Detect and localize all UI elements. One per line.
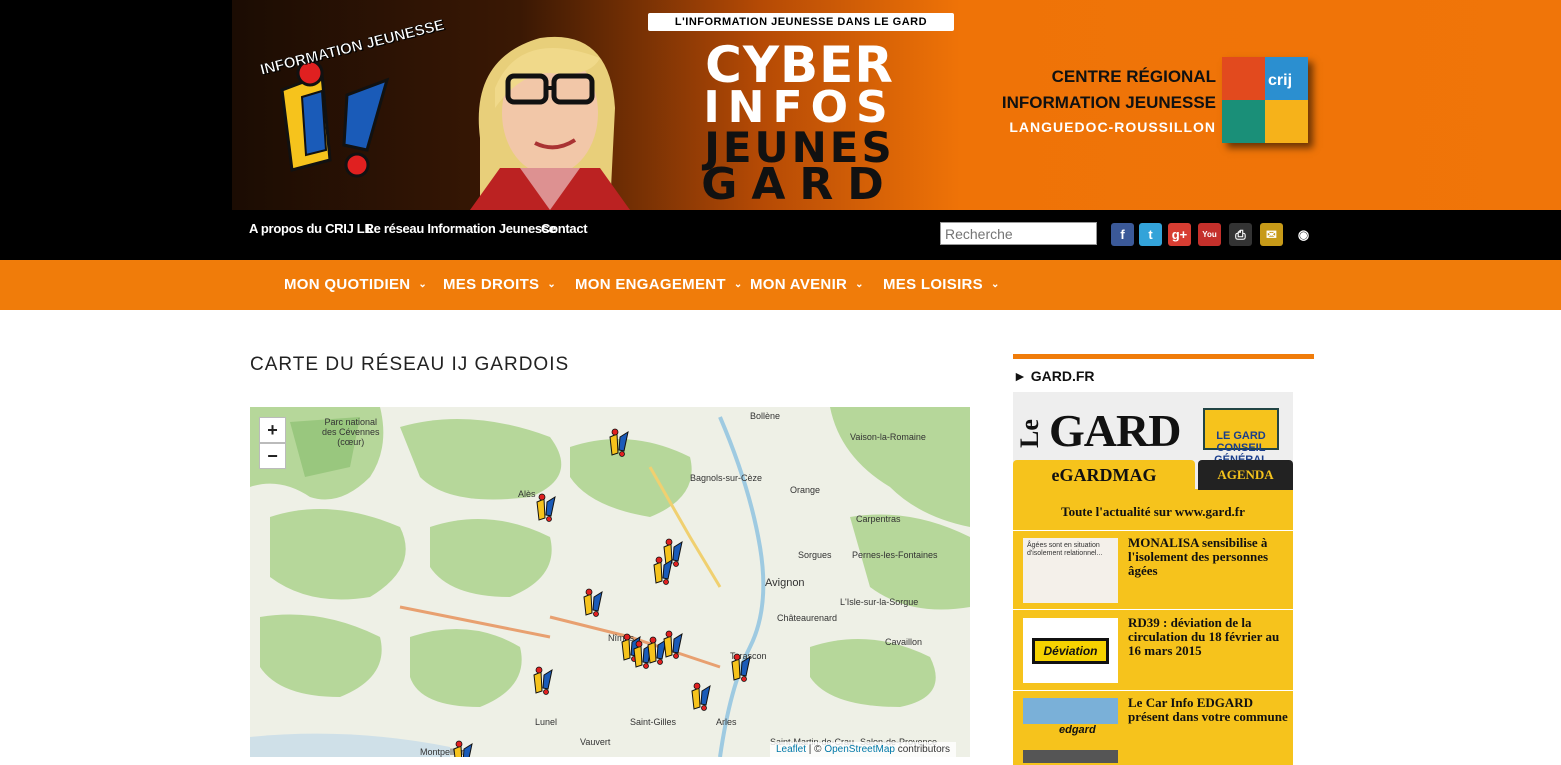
nav-mon-quotidien[interactable]: MON QUOTIDIEN ⌄ [284,276,427,293]
crij-line-1: CENTRE RÉGIONAL [1051,67,1216,86]
crij-name: CENTRE RÉGIONAL INFORMATION JEUNESSE LAN… [960,64,1216,138]
link-contact[interactable]: Contact [541,221,588,236]
town-label: Carpentras [856,514,901,524]
link-reseau-ij[interactable]: Le réseau Information Jeunesse [366,221,556,236]
ij-network-map[interactable]: Parc national des Cévennes (cœur) Bollène… [250,407,970,757]
crij-line-2: INFORMATION JEUNESSE [1001,93,1216,112]
nav-mes-loisirs[interactable]: MES LOISIRS ⌄ [883,276,1000,293]
crij-line-3: LANGUEDOC-ROUSSILLON [1009,119,1216,135]
town-label: Vaison-la-Romaine [850,432,926,442]
openstreetmap-link[interactable]: OpenStreetMap [824,744,895,755]
ij-map-marker[interactable] [530,665,556,695]
top-bar [0,210,1561,260]
news-item-rd39[interactable]: Déviation RD39 : déviation de la circula… [1013,612,1293,684]
chevron-down-icon: ⌄ [855,279,864,290]
news-title: MONALISA sensibilise à l'isolement des p… [1128,535,1269,578]
town-label: Bollène [750,411,781,421]
nav-label: MES LOISIRS [883,276,983,293]
town-label: Avignon [765,577,805,589]
town-label: Cavaillon [885,637,923,647]
conseil-general-logo[interactable]: LE GARD CONSEIL GÉNÉRAL [1203,408,1279,466]
tab-egardmag[interactable]: eGARDMAG [1013,460,1195,490]
site-header: INFORMATION JEUNESSE L'INFORMATION JEUNE… [0,0,1561,210]
title-gard: GARD [701,159,898,210]
widget-divider [1013,530,1293,531]
map-attribution: Leaflet | © OpenStreetMap contributors [770,742,956,757]
print-icon[interactable]: ⎙ [1229,223,1252,246]
town-label: Saint-Gilles [630,717,677,727]
zoom-in-button[interactable]: + [259,417,286,443]
sidebar-accent-bar [1013,354,1314,359]
news-thumb-monalisa: Âgées sont en situation d'isolement rela… [1023,538,1118,603]
tab-agenda[interactable]: AGENDA [1198,460,1293,490]
news-item-car-info[interactable]: edgard Le Car Info EDGARD présent dans v… [1013,692,1293,764]
town-label: Lunel [535,717,558,727]
town-label: Châteaurenard [777,613,838,623]
widget-gard-title: GARD [1049,405,1181,456]
widget-all-news-link[interactable]: Toute l'actualité sur www.gard.fr [1013,504,1293,520]
nav-label: MON ENGAGEMENT [575,276,726,293]
news-thumb-bus: edgard [1023,698,1118,763]
town-label: Vauvert [580,737,611,747]
news-title: Le Car Info EDGARD présent dans votre co… [1128,695,1288,724]
nav-mon-avenir[interactable]: MON AVENIR ⌄ [750,276,864,293]
nav-mon-engagement[interactable]: MON ENGAGEMENT ⌄ [575,276,743,293]
page-title: CARTE DU RÉSEAU IJ GARDOIS [250,354,570,375]
town-label: Arles [716,717,737,727]
ij-map-marker[interactable] [688,681,714,711]
header-tagline: L'INFORMATION JEUNESSE DANS LE GARD [648,13,954,31]
chevron-down-icon: ⌄ [733,279,743,290]
nav-label: MON AVENIR [750,276,848,293]
crij-logo[interactable] [1222,57,1308,143]
town-label: Sorgues [798,550,832,560]
attribution-tail: contributors [894,744,950,755]
town-label: Pernes-les-Fontaines [852,550,938,560]
widget-divider [1013,690,1293,691]
town-label: L'Isle-sur-la-Sorgue [840,597,919,607]
map-tiles [250,407,970,757]
ij-map-marker[interactable] [533,492,559,522]
email-icon[interactable]: ✉ [1260,223,1283,246]
deviation-sign: Déviation [1032,637,1109,664]
leaflet-link[interactable]: Leaflet [776,744,806,755]
twitter-icon[interactable]: t [1139,223,1162,246]
ij-map-marker[interactable] [660,629,686,659]
widget-le: Le [1015,419,1044,449]
ij-map-marker[interactable] [728,652,754,682]
ij-map-marker[interactable] [580,587,606,617]
ij-map-marker[interactable] [650,555,676,585]
chevron-down-icon: ⌄ [418,279,428,290]
googleplus-icon[interactable]: g+ [1168,223,1191,246]
town-label: Bagnols-sur-Cèze [690,473,763,483]
zoom-out-button[interactable]: − [259,443,286,469]
town-label: Orange [790,485,821,495]
attribution-separator: | © [806,744,825,755]
gard-widget: Le GARD LE GARD CONSEIL GÉNÉRAL eGARDMAG… [1013,392,1293,765]
chevron-down-icon: ⌄ [990,279,1000,290]
crij-logo-text: crij [1268,72,1293,89]
news-item-monalisa[interactable]: Âgées sont en situation d'isolement rela… [1013,532,1293,604]
ij-map-marker[interactable] [606,427,632,457]
link-about-crij[interactable]: A propos du CRIJ LR [249,221,374,236]
facebook-icon[interactable]: f [1111,223,1134,246]
town-label: Parc national des Cévennes (cœur) [322,417,380,447]
news-title: RD39 : déviation de la circulation du 18… [1128,615,1280,658]
rss-icon[interactable]: ◉ [1292,223,1315,246]
news-thumb-rd39: Déviation [1023,618,1118,683]
youtube-icon[interactable]: You [1198,223,1221,246]
chevron-down-icon: ⌄ [547,279,557,290]
sidebar-heading: ► GARD.FR [1013,368,1095,384]
search-input[interactable] [940,222,1097,245]
nav-label: MON QUOTIDIEN [284,276,411,293]
nav-label: MES DROITS [443,276,540,293]
nav-mes-droits[interactable]: MES DROITS ⌄ [443,276,556,293]
ij-map-marker[interactable] [450,739,476,757]
widget-divider [1013,609,1293,610]
header-portrait-image [470,36,630,210]
